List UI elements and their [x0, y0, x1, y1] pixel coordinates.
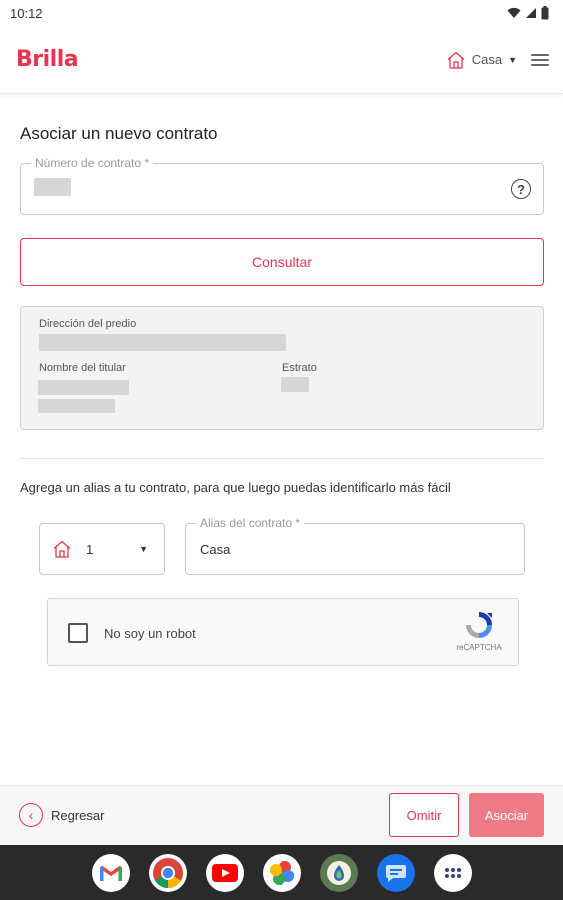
section-divider	[20, 458, 544, 459]
contract-info-card: Dirección del predio Nombre del titular …	[20, 306, 544, 430]
holder-redacted-line-1	[38, 380, 129, 395]
chevron-left-icon: ‹	[19, 803, 43, 827]
wifi-icon	[507, 7, 521, 18]
chevron-down-icon: ▼	[508, 54, 517, 65]
recaptcha-brand: reCAPTCHA	[456, 643, 502, 652]
house-icon	[53, 540, 71, 558]
alias-hint: Agrega un alias a tu contrato, para que …	[20, 480, 451, 495]
associate-button[interactable]: Asociar	[469, 793, 544, 837]
status-bar: 10:12	[0, 0, 563, 26]
stratum-label: Estrato	[282, 362, 317, 374]
contract-number-label: Número de contrato *	[31, 155, 154, 171]
chevron-down-icon: ▼	[139, 544, 148, 554]
footer-bar: ‹ Regresar Omitir Asociar	[0, 785, 563, 845]
address-redacted	[39, 334, 286, 351]
alias-icon-select[interactable]: 1 ▼	[39, 523, 165, 575]
status-icons	[507, 6, 549, 20]
house-icon	[447, 51, 465, 69]
back-button[interactable]: ‹ Regresar	[19, 803, 104, 827]
messages-icon[interactable]	[376, 853, 415, 892]
battery-icon	[541, 6, 549, 20]
page-title: Asociar un nuevo contrato	[20, 124, 218, 143]
stratum-redacted	[281, 377, 309, 392]
chrome-icon[interactable]	[148, 853, 187, 892]
recaptcha-label: No soy un robot	[104, 626, 196, 641]
property-selector-label: Casa	[471, 52, 503, 67]
recaptcha-icon	[466, 612, 492, 638]
holder-label: Nombre del titular	[39, 362, 126, 374]
app-header: Brilla Casa ▼	[0, 26, 563, 94]
signal-icon	[526, 8, 536, 18]
app-dock	[0, 845, 563, 900]
recaptcha-widget: No soy un robot reCAPTCHA	[47, 598, 519, 666]
alias-field-value: Casa	[200, 542, 231, 557]
holder-redacted-line-2	[38, 399, 115, 413]
gmail-icon[interactable]	[91, 853, 130, 892]
contract-number-field[interactable]: Número de contrato * ?	[20, 155, 544, 215]
property-selector[interactable]: Casa ▼	[446, 50, 517, 70]
brilla-logo[interactable]: Brilla	[16, 47, 79, 72]
youtube-icon[interactable]	[205, 853, 244, 892]
recaptcha-logo: reCAPTCHA	[454, 609, 504, 652]
skip-button[interactable]: Omitir	[389, 793, 459, 837]
recaptcha-checkbox[interactable]	[68, 623, 88, 643]
app-drawer-icon[interactable]	[433, 853, 472, 892]
status-time: 10:12	[10, 5, 43, 21]
contract-number-redacted	[34, 178, 71, 196]
hamburger-menu-icon[interactable]	[531, 53, 549, 66]
app-icon[interactable]	[319, 853, 358, 892]
alias-field-label: Alias del contrato *	[196, 515, 305, 531]
alias-field[interactable]: Alias del contrato * Casa	[185, 515, 525, 575]
address-label: Dirección del predio	[39, 318, 137, 330]
help-icon[interactable]: ?	[511, 179, 531, 199]
header-actions: Casa ▼	[446, 50, 549, 70]
alias-icon-select-value: 1	[86, 541, 94, 557]
back-label: Regresar	[51, 807, 105, 823]
photos-icon[interactable]	[262, 853, 301, 892]
consult-button[interactable]: Consultar	[20, 238, 544, 286]
